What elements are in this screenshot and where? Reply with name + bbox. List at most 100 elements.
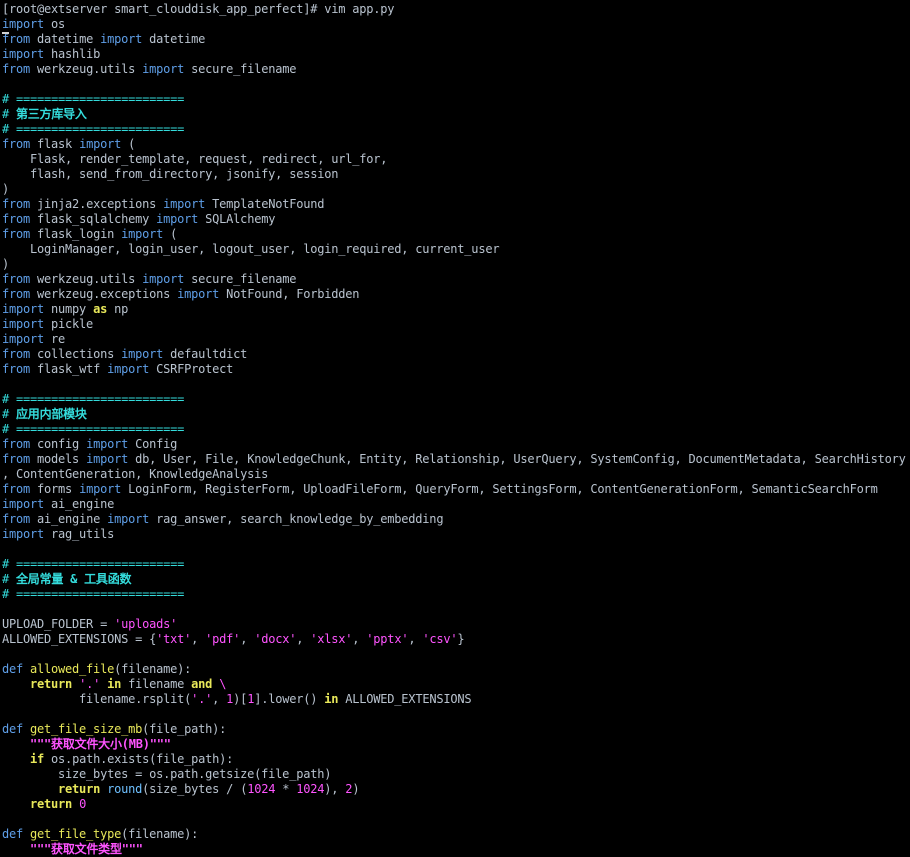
code-token: # ======================== — [2, 92, 185, 106]
code-token: , — [408, 632, 423, 646]
code-token: (filename): — [114, 662, 192, 676]
code-token: ALLOWED_EXTENSIONS — [338, 692, 472, 706]
code-line: Flask, render_template, request, redirec… — [2, 152, 387, 167]
code-token: , — [296, 632, 311, 646]
code-token: defaultdict — [163, 347, 248, 361]
code-line: return round(size_bytes / (1024 * 1024),… — [2, 782, 360, 797]
code-token: in — [324, 692, 339, 706]
code-token: # — [2, 572, 17, 586]
code-token: )[ — [233, 692, 248, 706]
code-token: size_bytes = os.path.getsize(file_path) — [2, 767, 332, 781]
code-token: , — [212, 692, 227, 706]
code-line: from flask import ( — [2, 137, 135, 152]
code-token: \ — [219, 677, 227, 691]
code-token: werkzeug.utils — [30, 272, 143, 286]
code-token: collections — [30, 347, 122, 361]
code-token: flask_sqlalchemy — [30, 212, 157, 226]
code-token: import — [2, 527, 45, 541]
code-token: SQLAlchemy — [198, 212, 276, 226]
code-token: round — [107, 782, 143, 796]
code-line: ) — [2, 257, 9, 272]
code-token: as — [93, 302, 108, 316]
text-cursor — [2, 32, 9, 34]
code-token: import — [100, 32, 143, 46]
code-token: jinja2.exceptions — [30, 197, 164, 211]
code-token: werkzeug.utils — [30, 62, 143, 76]
code-token: # ======================== — [2, 557, 185, 571]
code-line: from forms import LoginForm, RegisterFor… — [2, 482, 878, 497]
code-token: import — [2, 17, 45, 31]
code-token: pickle — [44, 317, 94, 331]
code-token: 'uploads' — [114, 617, 178, 631]
code-token: numpy — [44, 302, 94, 316]
code-line: # ======================== — [2, 557, 184, 572]
code-token: ) — [2, 257, 10, 271]
code-token: NotFound, Forbidden — [219, 287, 360, 301]
code-line: import numpy as np — [2, 302, 128, 317]
code-token: TemplateNotFound — [205, 197, 325, 211]
code-token: (filename): — [121, 827, 199, 841]
code-token: # ======================== — [2, 392, 185, 406]
code-token: import — [107, 512, 150, 526]
code-token: 全局常量 & 工具函数 — [16, 572, 132, 586]
code-line: size_bytes = os.path.getsize(file_path) — [2, 767, 331, 782]
code-token: # — [2, 107, 17, 121]
code-token: from — [2, 287, 31, 301]
code-line: import rag_utils — [2, 527, 114, 542]
code-token: ].lower() — [254, 692, 325, 706]
code-token: secure_filename — [184, 62, 297, 76]
code-token: ), — [324, 782, 346, 796]
code-token: from — [2, 137, 31, 151]
code-line: from jinja2.exceptions import TemplateNo… — [2, 197, 324, 212]
code-token: from — [2, 452, 31, 466]
code-line: LoginManager, login_user, logout_user, l… — [2, 242, 500, 257]
code-line: from werkzeug.exceptions import NotFound… — [2, 287, 359, 302]
code-token: def — [2, 722, 24, 736]
code-line: def get_file_type(filename): — [2, 827, 198, 842]
code-line: # ======================== — [2, 392, 184, 407]
code-token: 'pdf' — [205, 632, 241, 646]
code-token: } — [457, 632, 465, 646]
code-line: UPLOAD_FOLDER = 'uploads' — [2, 617, 177, 632]
code-token: ( — [163, 227, 178, 241]
code-token: forms — [30, 482, 80, 496]
code-line: ALLOWED_EXTENSIONS = {'txt', 'pdf', 'doc… — [2, 632, 465, 647]
code-token: def — [2, 827, 24, 841]
code-token: ai_engine — [30, 512, 108, 526]
code-token: import — [2, 317, 45, 331]
code-token: db, User, File, KnowledgeChunk, Entity, … — [128, 452, 906, 466]
code-token: and — [191, 677, 213, 691]
code-line: import os — [2, 17, 65, 32]
code-token: ALLOWED_EXTENSIONS = { — [2, 632, 157, 646]
code-token: , — [352, 632, 367, 646]
code-token: import — [177, 287, 220, 301]
code-line: from datetime import datetime — [2, 32, 205, 47]
code-token: 0 — [79, 797, 87, 811]
code-line: import re — [2, 332, 65, 347]
code-token: flask — [30, 137, 80, 151]
code-token: ( — [121, 137, 136, 151]
terminal-window[interactable]: [root@extserver smart_clouddisk_app_perf… — [0, 0, 910, 856]
code-token: from — [2, 362, 31, 376]
code-token: models — [30, 452, 87, 466]
code-token: flask_wtf — [30, 362, 108, 376]
code-token: from — [2, 482, 31, 496]
code-token: os — [44, 17, 66, 31]
code-token: allowed_file — [23, 662, 115, 676]
code-token: 应用内部模块 — [16, 407, 87, 421]
code-token: from — [2, 62, 31, 76]
code-token: rag_answer, search_knowledge_by_embeddin… — [149, 512, 444, 526]
shell-prompt-line: [root@extserver smart_clouddisk_app_perf… — [2, 2, 395, 16]
code-token: from — [2, 512, 31, 526]
code-token: from — [2, 347, 31, 361]
code-line: if os.path.exists(file_path): — [2, 752, 233, 767]
code-token: import — [121, 347, 164, 361]
code-token: 'xlsx' — [310, 632, 353, 646]
code-token: # ======================== — [2, 422, 185, 436]
code-token: import — [2, 47, 45, 61]
code-token: import — [86, 437, 129, 451]
code-token: import — [2, 497, 45, 511]
